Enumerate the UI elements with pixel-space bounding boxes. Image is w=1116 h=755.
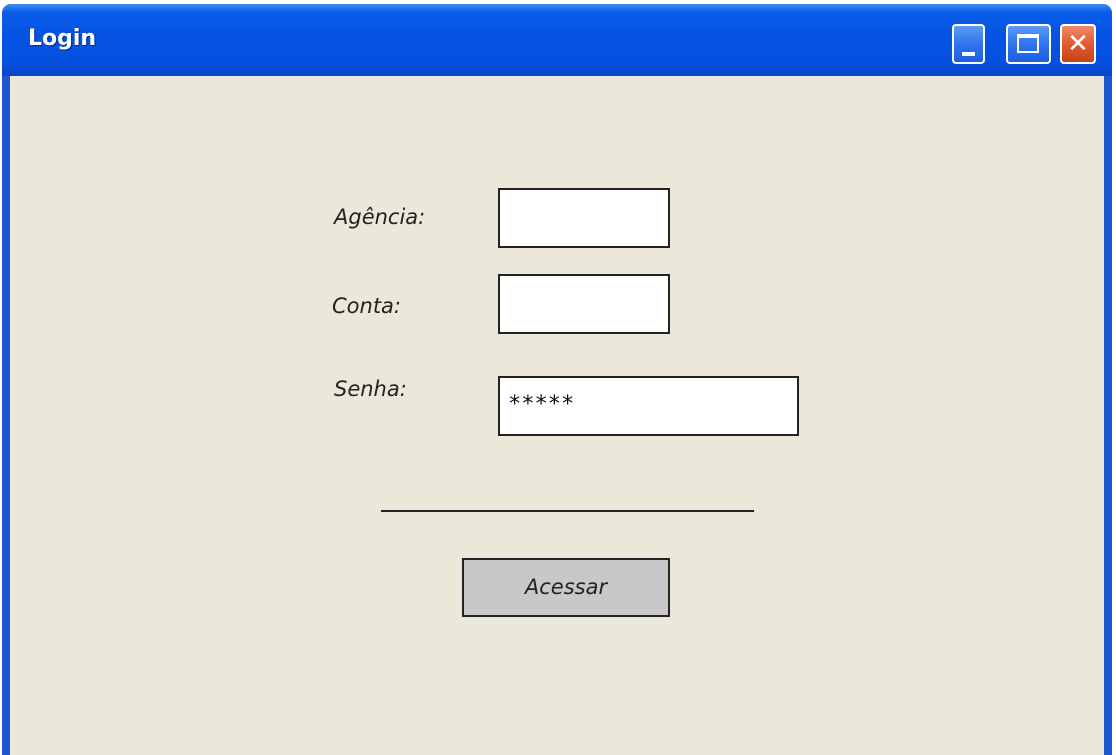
maximize-button[interactable]	[1006, 24, 1051, 64]
minimize-icon	[962, 52, 975, 56]
divider-line	[381, 510, 754, 512]
close-button[interactable]: ✕	[1060, 24, 1096, 64]
conta-label: Conta:	[332, 294, 401, 318]
close-icon: ✕	[1067, 29, 1089, 59]
senha-password-input[interactable]: *****	[498, 376, 799, 436]
senha-label: Senha:	[334, 377, 407, 401]
agencia-input[interactable]	[498, 188, 670, 248]
login-window: Login ✕ Agência: Conta: Senha: ***** Ace…	[2, 4, 1112, 755]
title-bar[interactable]: Login ✕	[2, 4, 1112, 76]
conta-input[interactable]	[498, 274, 670, 334]
acessar-button[interactable]: Acessar	[462, 558, 670, 617]
agencia-label: Agência:	[334, 205, 426, 229]
window-title: Login	[28, 26, 97, 51]
maximize-icon	[1017, 34, 1039, 53]
minimize-button[interactable]	[952, 24, 985, 64]
login-form: Agência: Conta: Senha: ***** Acessar	[10, 76, 1104, 755]
